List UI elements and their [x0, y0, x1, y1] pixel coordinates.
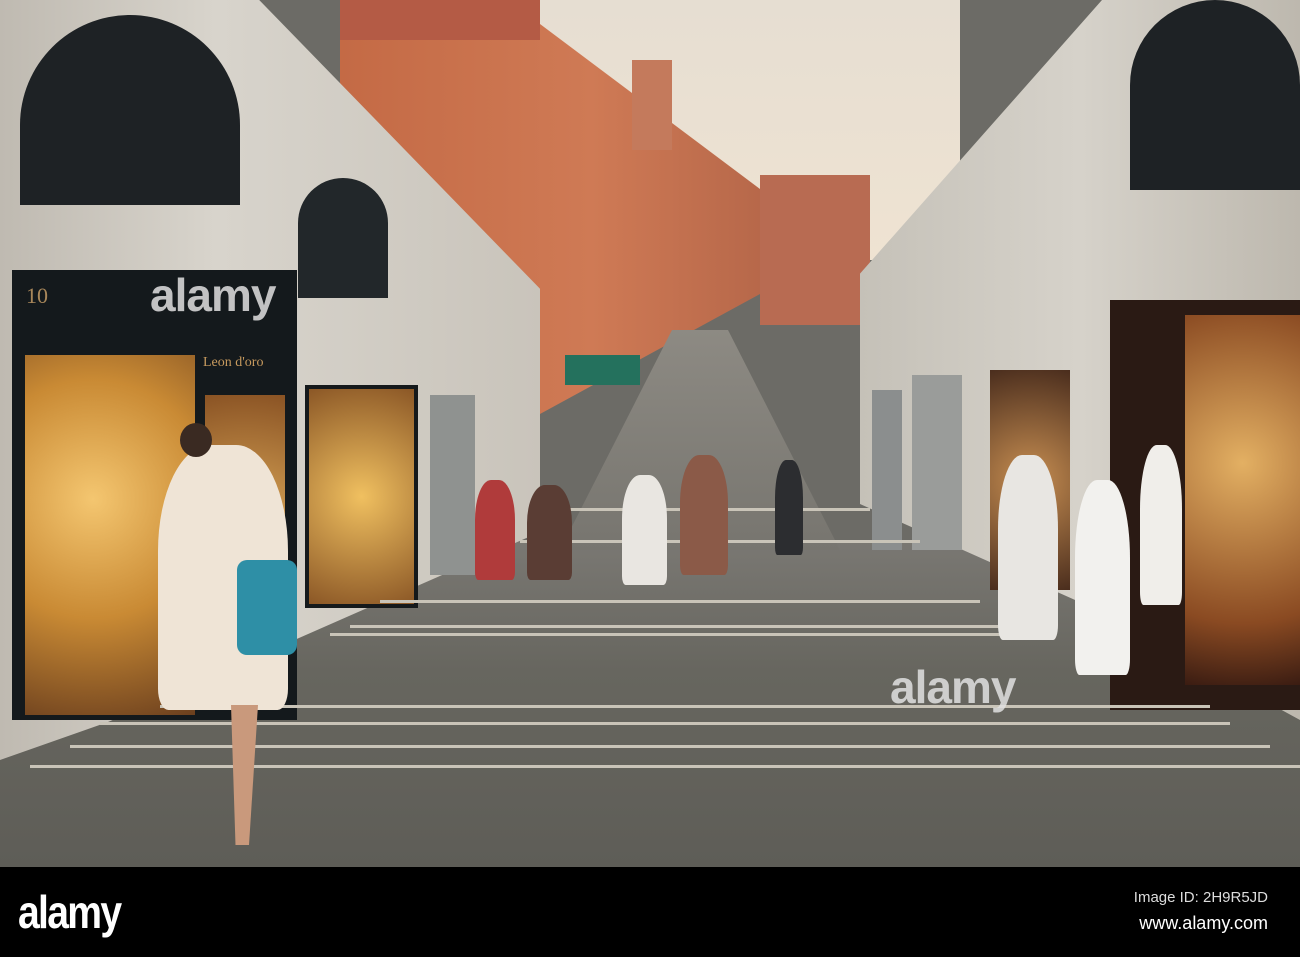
- distant-buildings: [760, 175, 870, 325]
- shutter-2: [912, 375, 962, 550]
- man-red-shirt: [475, 480, 515, 580]
- left-arch-window-2: [298, 178, 388, 298]
- watermark: alamy: [890, 661, 1016, 713]
- woman-shop: [1140, 445, 1182, 605]
- shop-window-middle: [305, 385, 418, 608]
- shop-window-small: [430, 395, 475, 575]
- person-dark: [775, 460, 803, 555]
- man-striped-shirt: [680, 455, 728, 575]
- step-line: [330, 633, 1020, 636]
- image-id: Image ID: 2H9R5JD: [1133, 889, 1268, 906]
- woman-dress: [527, 485, 572, 580]
- right-arch-window: [1130, 0, 1300, 190]
- step-line: [380, 600, 980, 603]
- stock-photo: 10 Leon d'oro alamy alamy alamy Image ID…: [0, 0, 1300, 957]
- roof: [340, 0, 540, 40]
- footer-bar: alamy Image ID: 2H9R5JD www.alamy.com: [0, 867, 1300, 957]
- alamy-logo: alamy: [18, 886, 122, 938]
- step-line: [160, 705, 1210, 708]
- shop-window-right: [1185, 315, 1300, 685]
- website-link: www.alamy.com: [1139, 913, 1268, 933]
- tower: [632, 60, 672, 150]
- woman-white: [1075, 480, 1130, 675]
- green-awning: [565, 355, 640, 385]
- blue-bag: [237, 560, 297, 655]
- step-line: [350, 625, 1010, 628]
- shutter-1: [872, 390, 902, 550]
- photo-rialto-bridge-steps: 10 Leon d'oro alamy alamy: [0, 0, 1300, 867]
- shop-sign: Leon d'oro: [203, 355, 264, 370]
- shop-number: 10: [26, 283, 48, 308]
- step-line: [100, 722, 1230, 725]
- step-line: [30, 765, 1300, 768]
- man-white-shirt: [998, 455, 1058, 640]
- watermark: alamy: [150, 269, 276, 321]
- person-head: [180, 423, 212, 457]
- woman-white-top: [622, 475, 667, 585]
